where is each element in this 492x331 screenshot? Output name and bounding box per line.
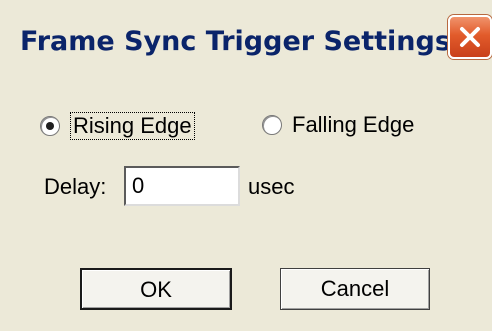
rising-edge-radio[interactable]: Rising Edge bbox=[40, 112, 195, 140]
close-button[interactable] bbox=[448, 15, 492, 59]
delay-label: Delay: bbox=[44, 174, 107, 199]
ok-button[interactable]: OK bbox=[80, 268, 232, 310]
delay-input[interactable] bbox=[124, 166, 240, 206]
dialog-content: Rising Edge Falling Edge Delay: usec OK … bbox=[0, 88, 492, 331]
falling-edge-radio[interactable]: Falling Edge bbox=[262, 112, 414, 138]
close-icon bbox=[460, 27, 480, 47]
dialog-window: Frame Sync Trigger Settings Rising Edge … bbox=[0, 0, 492, 331]
radio-dot bbox=[46, 122, 54, 130]
radio-button-selected[interactable] bbox=[40, 116, 60, 136]
delay-unit-label: usec bbox=[248, 174, 295, 199]
title-bar[interactable]: Frame Sync Trigger Settings bbox=[0, 0, 492, 88]
rising-edge-label[interactable]: Rising Edge bbox=[70, 112, 195, 140]
radio-button-unselected[interactable] bbox=[262, 115, 282, 135]
window-title: Frame Sync Trigger Settings bbox=[20, 26, 451, 57]
falling-edge-label[interactable]: Falling Edge bbox=[292, 112, 414, 138]
cancel-button[interactable]: Cancel bbox=[280, 268, 430, 310]
